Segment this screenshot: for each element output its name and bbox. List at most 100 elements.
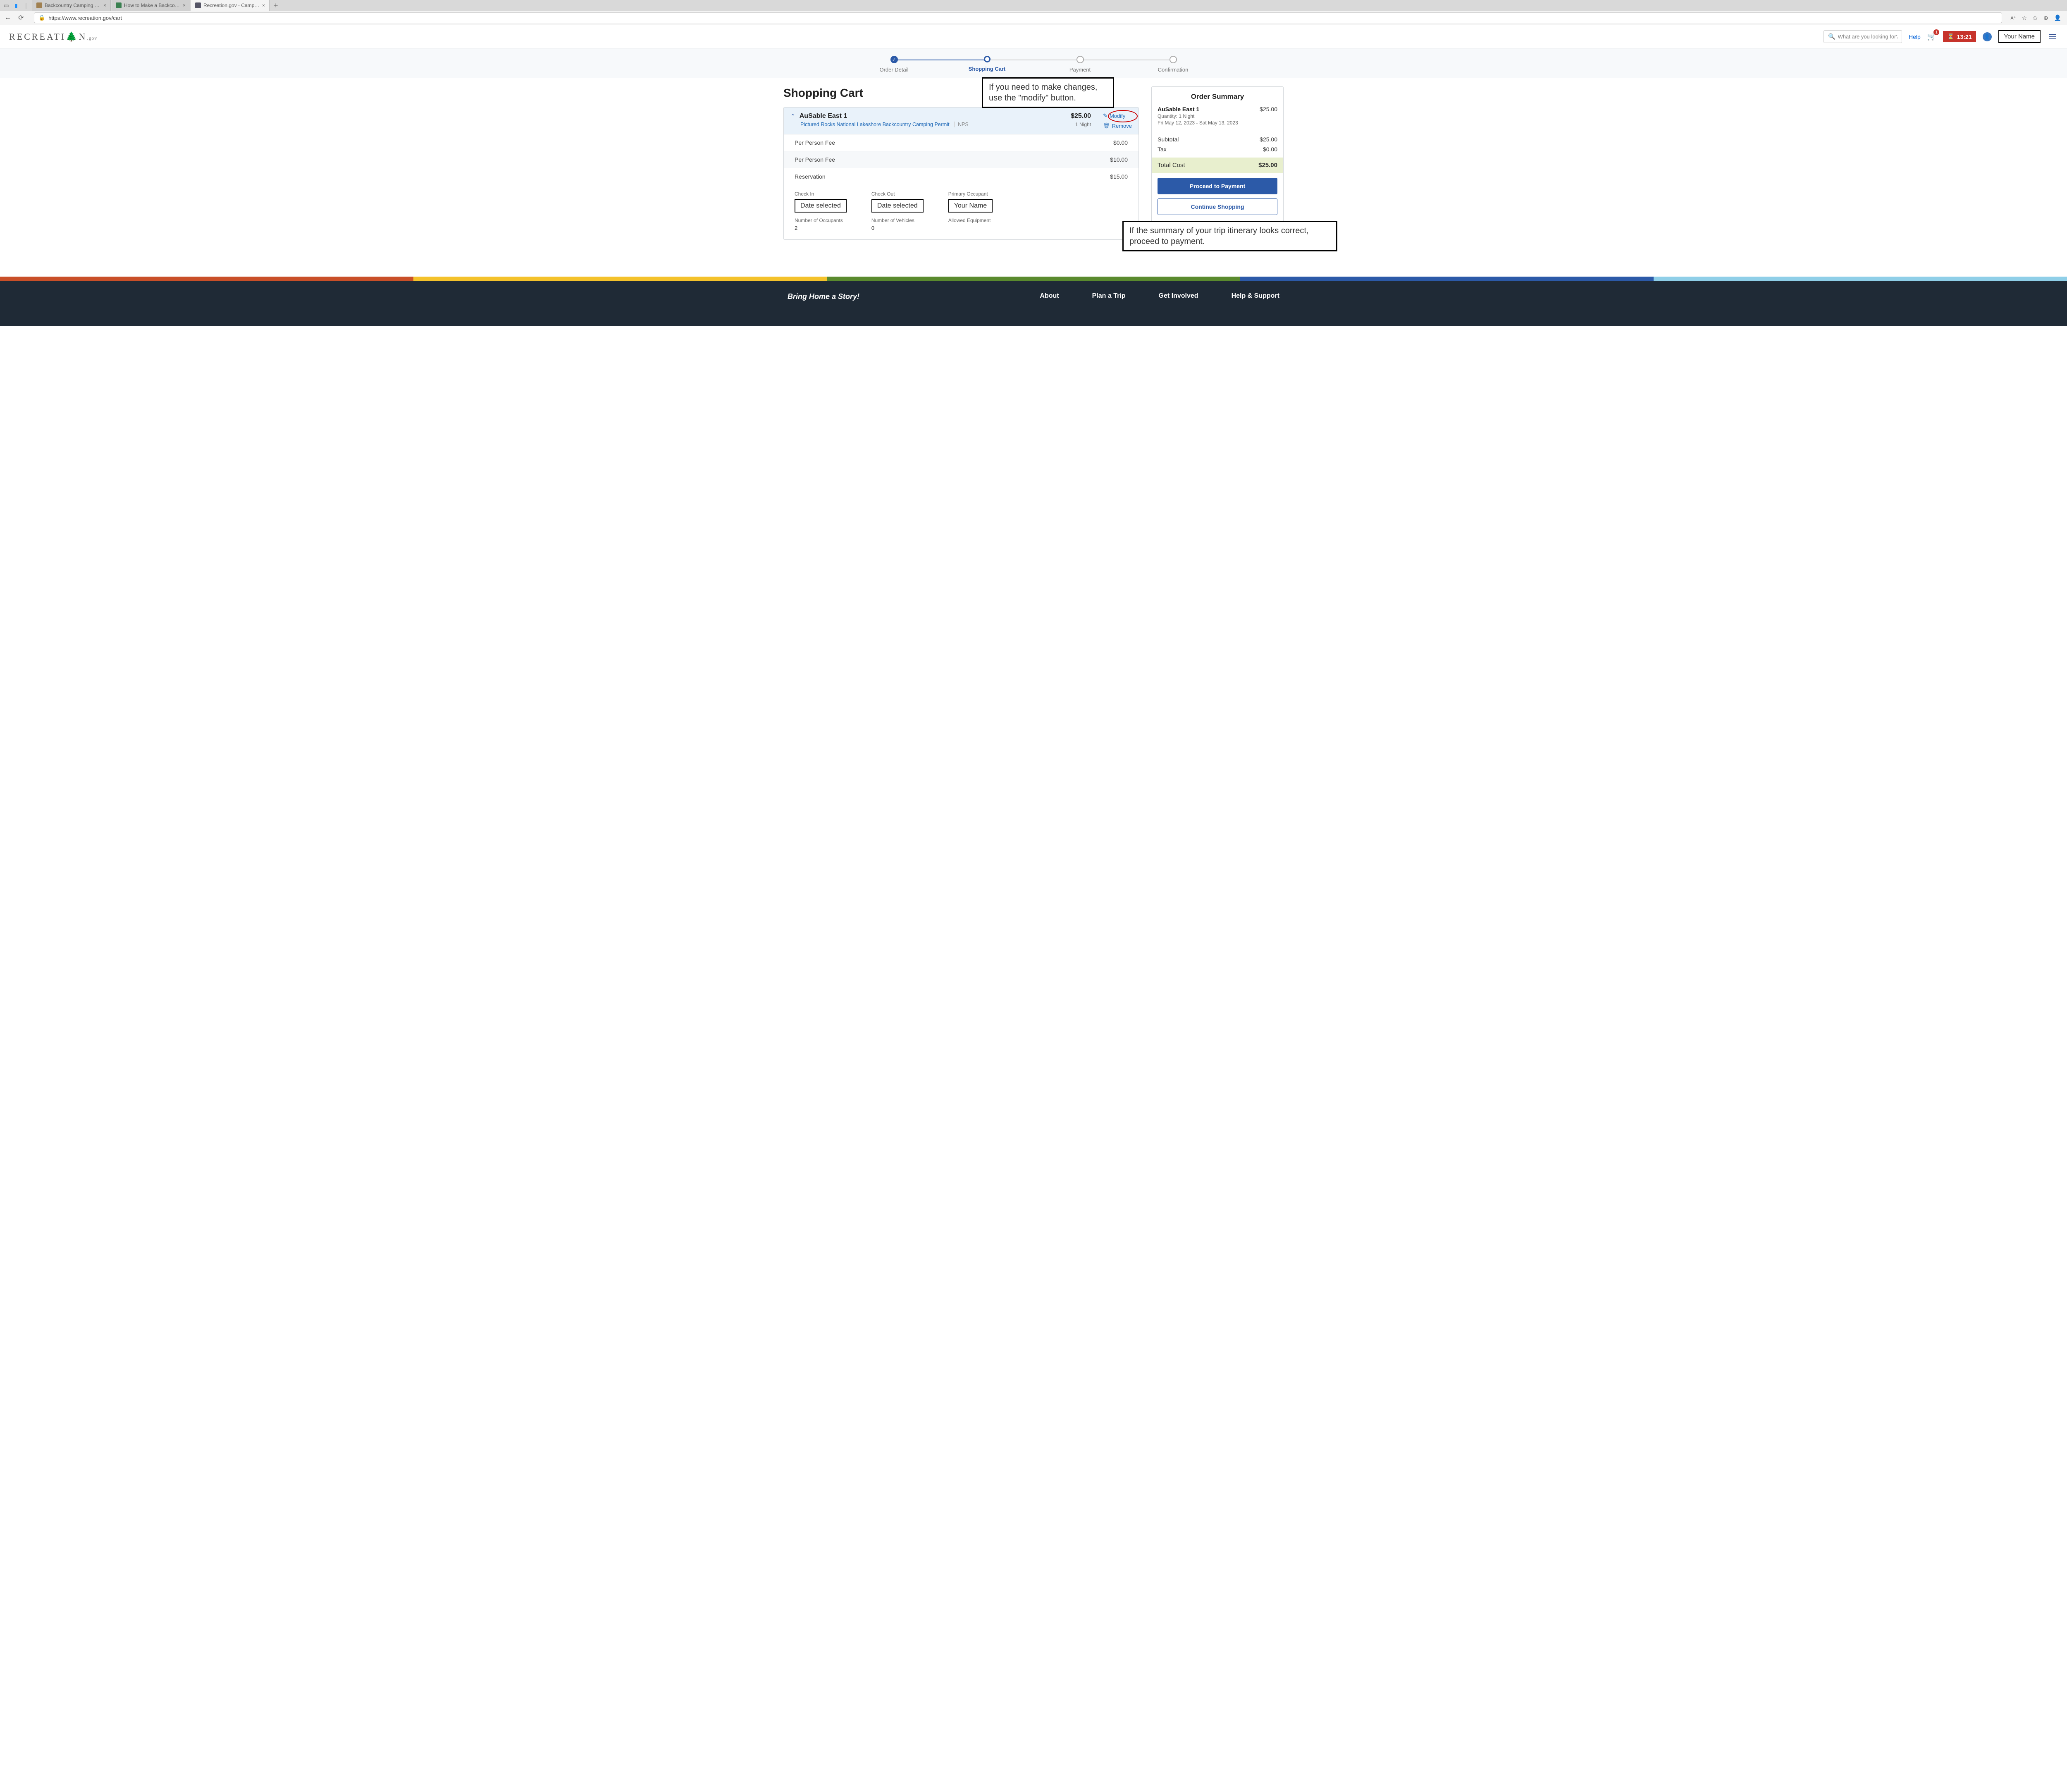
step-label: Payment [1034, 67, 1127, 73]
order-summary-card: Order Summary AuSable East 1 $25.00 Quan… [1151, 86, 1284, 225]
logo-suffix: .gov [87, 35, 97, 41]
line-item: Per Person Fee $10.00 [784, 151, 1139, 168]
occupants-label: Number of Occupants [795, 217, 847, 223]
tax-value: $0.00 [1263, 146, 1277, 153]
footer-link-plan[interactable]: Plan a Trip [1092, 292, 1126, 301]
check-in-label: Check In [795, 191, 847, 197]
vehicles-value: 0 [871, 225, 924, 231]
browser-tab-2[interactable]: How to Make a Backcountry Cam × [112, 0, 190, 11]
occupant-label: Primary Occupant [948, 191, 993, 197]
search-input[interactable]: 🔍 [1824, 30, 1902, 43]
annotation-proceed: If the summary of your trip itinerary lo… [1122, 221, 1337, 251]
cart-item-header: ⌃ AuSable East 1 Pictured Rocks National… [784, 108, 1139, 134]
tab-title: Backcountry Camping - Pictured [45, 2, 101, 8]
collections-icon[interactable]: ⊕ [2043, 14, 2048, 22]
back-button[interactable]: ← [3, 14, 12, 22]
profile-icon[interactable]: 👤 [2054, 14, 2061, 22]
app-icon: ▮ [12, 2, 20, 9]
browser-chrome: ▭ ▮ | Backcountry Camping - Pictured × H… [0, 0, 2067, 25]
summary-item: AuSable East 1 $25.00 Quantity: 1 Night … [1158, 106, 1277, 130]
step-payment: Payment [1034, 56, 1127, 73]
subtotal-row: Subtotal $25.00 [1158, 134, 1277, 144]
favorite-icon[interactable]: ☆ [2022, 14, 2027, 22]
agency-label: NPS [954, 122, 969, 127]
summary-quantity: Quantity: 1 Night [1158, 113, 1277, 119]
favorites-bar-icon[interactable]: ✩ [2033, 14, 2038, 22]
cart-item-price: $25.00 [1071, 112, 1091, 120]
check-out-value: Date selected [871, 199, 924, 213]
minimize-icon[interactable]: — [2054, 2, 2060, 9]
step-label: Shopping Cart [940, 66, 1034, 72]
browser-tab-3[interactable]: Recreation.gov - Camping, Cabin × [191, 0, 270, 11]
total-label: Total Cost [1158, 162, 1185, 169]
proceed-payment-button[interactable]: Proceed to Payment [1158, 178, 1277, 194]
browser-tab-1[interactable]: Backcountry Camping - Pictured × [32, 0, 111, 11]
modify-label: Modify [1110, 113, 1125, 119]
refresh-button[interactable]: ⟳ [17, 14, 26, 22]
continue-shopping-button[interactable]: Continue Shopping [1158, 198, 1277, 215]
tax-row: Tax $0.00 [1158, 144, 1277, 154]
search-field[interactable] [1838, 33, 1898, 40]
remove-button[interactable]: 🗑 Remove [1103, 122, 1132, 129]
reservation-details: Check In Date selected Number of Occupan… [784, 185, 1139, 239]
close-icon[interactable]: × [262, 2, 265, 8]
line-value: $15.00 [1110, 173, 1128, 180]
address-bar[interactable]: 🔒 https://www.recreation.gov/cart [34, 12, 2002, 23]
logo-accent: 🌲 [66, 31, 79, 42]
help-link[interactable]: Help [1909, 33, 1921, 40]
step-label: Order Detail [847, 67, 940, 73]
pencil-icon: ✎ [1103, 112, 1107, 119]
timer-badge: ⏳ 13:21 [1943, 31, 1976, 42]
window-tabs-icon[interactable]: ▭ [2, 2, 10, 9]
logo-text: N [79, 31, 87, 42]
remove-label: Remove [1112, 123, 1132, 129]
read-aloud-icon[interactable]: A⁺ [2010, 15, 2016, 21]
summary-title: Order Summary [1152, 93, 1283, 101]
close-icon[interactable]: × [103, 2, 106, 8]
equipment-label: Allowed Equipment [948, 217, 993, 223]
permit-link[interactable]: Pictured Rocks National Lakeshore Backco… [800, 122, 950, 127]
cart-item-card: ⌃ AuSable East 1 Pictured Rocks National… [783, 107, 1139, 240]
line-value: $10.00 [1110, 156, 1128, 163]
trash-icon: 🗑 [1103, 122, 1110, 129]
chevron-up-icon[interactable]: ⌃ [790, 113, 795, 120]
cart-nights: 1 Night [1071, 122, 1091, 127]
step-order-detail: ✓ Order Detail [847, 56, 940, 73]
modify-button[interactable]: ✎ Modify [1103, 112, 1132, 119]
summary-item-price: $25.00 [1260, 106, 1277, 112]
footer-tagline: Bring Home a Story! [788, 292, 859, 301]
close-icon[interactable]: × [183, 2, 186, 8]
step-shopping-cart: Shopping Cart [940, 56, 1034, 72]
hourglass-icon: ⏳ [1947, 33, 1954, 40]
check-out-label: Check Out [871, 191, 924, 197]
footer-link-help[interactable]: Help & Support [1232, 292, 1279, 301]
new-tab-button[interactable]: + [270, 0, 282, 11]
subtotal-value: $25.00 [1260, 136, 1277, 143]
step-label: Confirmation [1127, 67, 1220, 73]
logo-text: RECREATI [9, 31, 66, 42]
menu-button[interactable] [2047, 33, 2058, 41]
line-item: Reservation $15.00 [784, 168, 1139, 185]
site-logo[interactable]: RECREATI🌲N.gov [9, 31, 97, 42]
cart-item-title: AuSable East 1 [800, 112, 847, 120]
footer-link-involved[interactable]: Get Involved [1159, 292, 1198, 301]
user-name[interactable]: Your Name [1998, 30, 2041, 43]
lock-icon: 🔒 [38, 14, 45, 21]
tab-title: How to Make a Backcountry Cam [124, 2, 180, 8]
avatar[interactable]: 👤 [1983, 32, 1992, 41]
progress-stepper: ✓ Order Detail Shopping Cart Payment Con… [0, 48, 2067, 78]
line-value: $0.00 [1113, 139, 1128, 146]
favicon-icon [36, 2, 42, 8]
check-in-value: Date selected [795, 199, 847, 213]
step-confirmation: Confirmation [1127, 56, 1220, 73]
cart-button[interactable]: 🛒 1 [1927, 32, 1936, 41]
footer-link-about[interactable]: About [1040, 292, 1059, 301]
annotation-modify: If you need to make changes, use the "mo… [982, 77, 1114, 108]
favicon-icon [116, 2, 122, 8]
line-item: Per Person Fee $0.00 [784, 134, 1139, 151]
vehicles-label: Number of Vehicles [871, 217, 924, 223]
search-icon: 🔍 [1828, 33, 1835, 40]
summary-item-name: AuSable East 1 [1158, 106, 1199, 112]
site-header: RECREATI🌲N.gov 🔍 Help 🛒 1 ⏳ 13:21 👤 Your… [0, 25, 2067, 48]
person-icon: 👤 [1984, 34, 1990, 40]
